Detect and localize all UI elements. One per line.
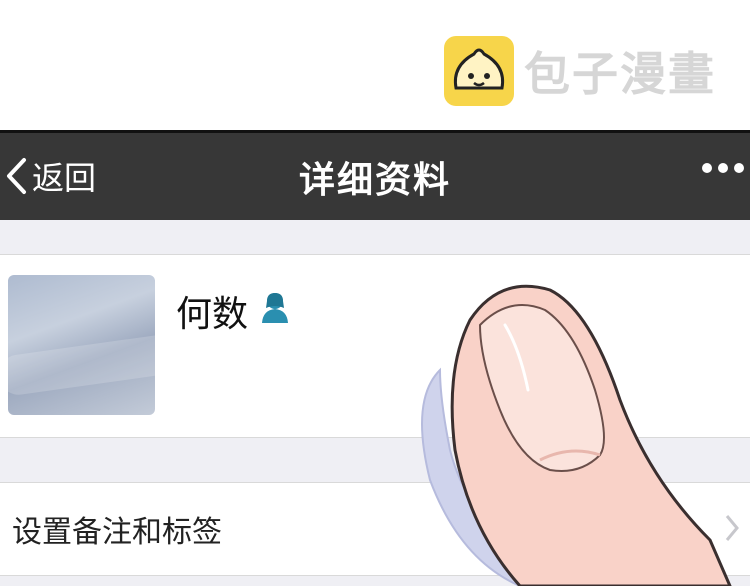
more-dots-icon[interactable] xyxy=(702,163,744,173)
bun-face-icon xyxy=(444,36,514,106)
navigation-bar: 返回 详细资料 xyxy=(0,130,750,220)
chevron-right-icon xyxy=(725,515,739,541)
watermark-area: 包子漫畫 xyxy=(0,0,750,130)
remark-row-label: 设置备注和标签 xyxy=(12,515,222,550)
page-title: 详细资料 xyxy=(298,160,451,201)
profile-name-row: 何数 xyxy=(176,285,290,337)
profile-name: 何数 xyxy=(176,294,249,335)
female-person-icon xyxy=(260,290,290,333)
profile-card: 何数 xyxy=(0,254,750,438)
set-remark-and-tags-row[interactable]: 设置备注和标签 xyxy=(0,482,750,576)
watermark: 包子漫畫 xyxy=(444,36,716,106)
watermark-text: 包子漫畫 xyxy=(524,47,716,101)
avatar[interactable] xyxy=(8,275,155,415)
content-area: 何数 设置备注和标签 xyxy=(0,220,750,586)
